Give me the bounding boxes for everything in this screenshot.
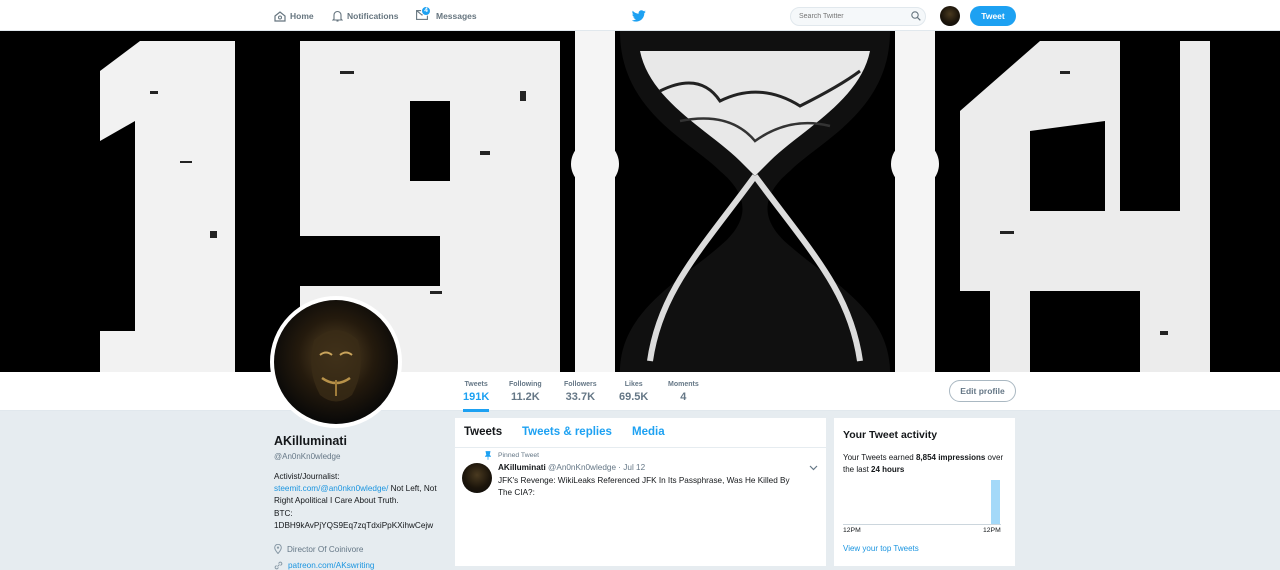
- tweet-activity-module: Your Tweet activity Your Tweets earned 8…: [834, 418, 1015, 566]
- activity-text-pre: Your Tweets earned: [843, 453, 916, 462]
- banner-image: [0, 31, 1280, 372]
- timeline-tabs: Tweets Tweets & replies Media: [455, 418, 826, 448]
- tweet-header: AKilluminati @An0nKn0wledge · Jul 12: [498, 463, 645, 472]
- tweet-button[interactable]: Tweet: [970, 6, 1016, 26]
- nav-avatar[interactable]: [940, 6, 960, 26]
- bio-line-4: 1DBH9kAvPjYQS9Eq7zqTdxiPpKXihwCejw: [274, 520, 434, 530]
- profile-handle[interactable]: @An0nKn0wledge: [274, 452, 444, 461]
- nav-messages[interactable]: 4 Messages: [416, 6, 477, 24]
- bell-icon: [332, 10, 343, 22]
- profile-header-banner: [0, 31, 1280, 372]
- bio-line-3: BTC:: [274, 508, 293, 518]
- chart-tick-right: 12PM: [983, 527, 1001, 534]
- stat-followers[interactable]: Followers 33.7K: [564, 381, 597, 403]
- tab-media[interactable]: Media: [632, 426, 665, 438]
- pinned-tweet-label: Pinned Tweet: [485, 451, 539, 460]
- location-text: Director Of Coinivore: [287, 544, 364, 554]
- home-icon: [274, 10, 286, 22]
- tab-tweets-replies[interactable]: Tweets & replies: [522, 426, 612, 438]
- messages-badge: 4: [421, 6, 431, 16]
- tweet-avatar[interactable]: [462, 463, 492, 493]
- activity-title: Your Tweet activity: [843, 429, 938, 441]
- location-pin-icon: [274, 544, 282, 555]
- stat-moments-label: Moments: [668, 381, 699, 388]
- tweet-text: JFK's Revenge: WikiLeaks Referenced JFK …: [498, 476, 790, 498]
- search-icon[interactable]: [911, 11, 921, 21]
- stat-followers-label: Followers: [564, 381, 597, 388]
- chart-tick-left: 12PM: [843, 527, 861, 534]
- stat-moments-value: 4: [680, 391, 687, 403]
- nav-notifications-label: Notifications: [347, 11, 399, 21]
- stat-likes[interactable]: Likes 69.5K: [619, 381, 648, 403]
- profile-avatar[interactable]: [270, 296, 402, 428]
- top-navigation-bar: Home Notifications 4 Messages Tweet: [0, 0, 1280, 31]
- stat-tweets-value: 191K: [463, 391, 490, 403]
- messages-icon-wrap: 4: [416, 6, 432, 22]
- tweet-date[interactable]: Jul 12: [623, 463, 645, 472]
- stat-following-value: 11.2K: [510, 391, 540, 403]
- stat-tweets[interactable]: Tweets 191K: [463, 381, 490, 412]
- pinned-text: Pinned Tweet: [498, 452, 540, 459]
- bio-line-1: Activist/Journalist:: [274, 472, 340, 481]
- activity-impressions: 8,854 impressions: [915, 453, 986, 462]
- tweet-author-name[interactable]: AKilluminati: [498, 463, 546, 472]
- nav-notifications[interactable]: Notifications: [332, 8, 398, 24]
- activity-summary: Your Tweets earned 8,854 impressions ove…: [843, 452, 1008, 476]
- timeline-panel: Tweets Tweets & replies Media Pinned Twe…: [455, 418, 826, 566]
- pin-icon: [485, 451, 491, 460]
- activity-bar: [991, 480, 1000, 524]
- profile-name[interactable]: AKilluminati: [274, 434, 444, 448]
- nav-home-label: Home: [290, 11, 314, 21]
- stat-following-label: Following: [509, 381, 542, 388]
- stat-followers-value: 33.7K: [565, 391, 596, 403]
- search-input[interactable]: [790, 7, 926, 26]
- chevron-down-icon[interactable]: [809, 465, 818, 471]
- nav-home[interactable]: Home: [274, 8, 314, 24]
- twitter-bird-icon[interactable]: [632, 10, 646, 22]
- profile-bio: Activist/Journalist: steemit.com/@an0nkn…: [274, 471, 444, 532]
- tweet-author-handle[interactable]: @An0nKn0wledge: [548, 463, 616, 472]
- profile-location: Director Of Coinivore: [274, 544, 444, 555]
- stat-likes-label: Likes: [624, 381, 643, 388]
- view-top-tweets-link[interactable]: View your top Tweets: [843, 544, 919, 553]
- stat-moments[interactable]: Moments 4: [668, 381, 699, 403]
- stat-likes-value: 69.5K: [619, 391, 649, 403]
- profile-stats-bar: Tweets 191K Following 11.2K Followers 33…: [0, 372, 1280, 412]
- profile-sidebar: AKilluminati @An0nKn0wledge Activist/Jou…: [274, 434, 444, 570]
- avatar-mask-image: [274, 300, 398, 424]
- edit-profile-button[interactable]: Edit profile: [949, 380, 1016, 402]
- activity-period: 24 hours: [871, 465, 905, 474]
- bio-link[interactable]: steemit.com/@an0nkn0wledge/: [274, 484, 388, 493]
- nav-messages-label: Messages: [436, 11, 477, 21]
- stat-tweets-label: Tweets: [464, 381, 488, 388]
- stat-following[interactable]: Following 11.2K: [509, 381, 542, 403]
- tab-tweets[interactable]: Tweets: [464, 426, 502, 438]
- activity-chart: [843, 480, 1001, 525]
